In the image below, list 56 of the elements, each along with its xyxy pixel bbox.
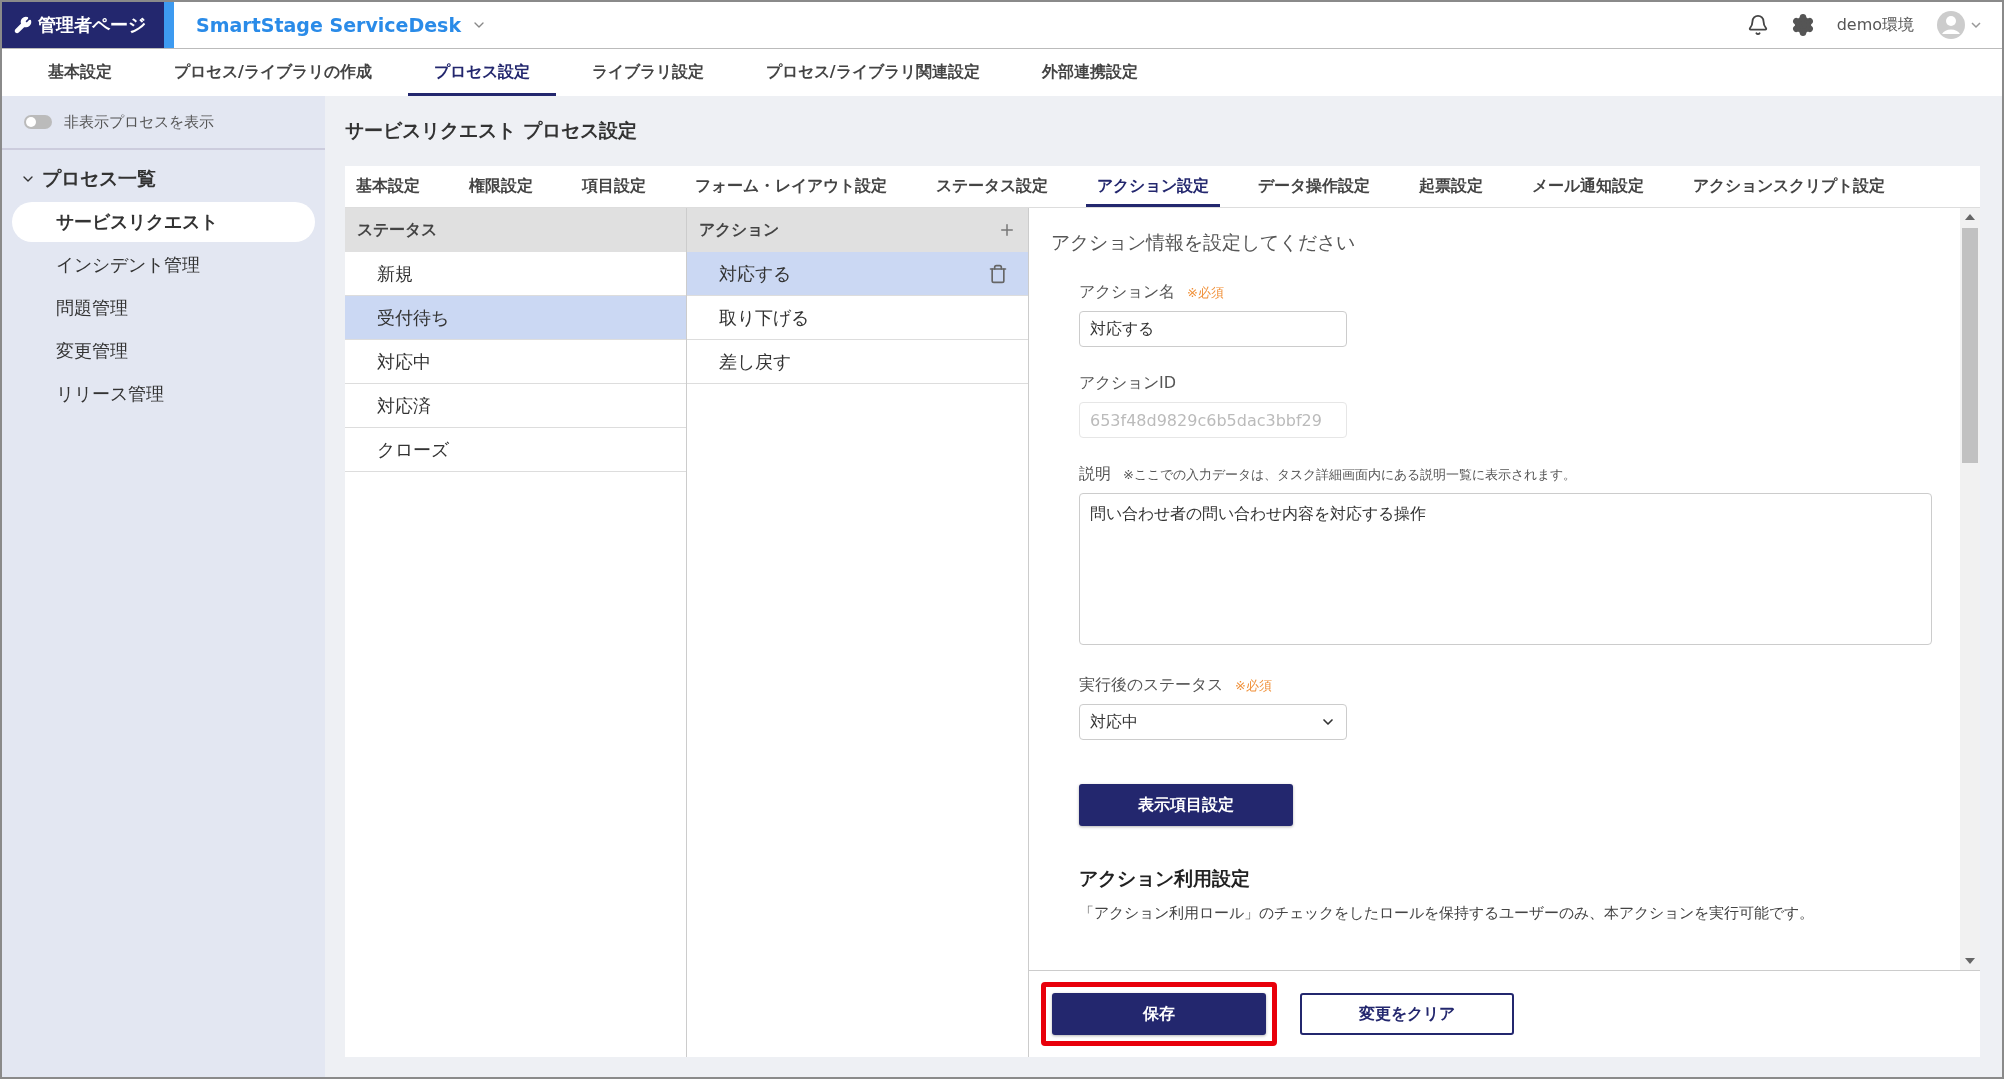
field-label: アクション名 [1079, 282, 1175, 303]
text-input[interactable]: 対応する [1079, 311, 1347, 347]
sidebar-item[interactable]: リリース管理 [12, 374, 315, 414]
wrench-icon [14, 16, 32, 34]
id-input: 653f48d9829c6b5dac3bbf29 [1079, 402, 1347, 438]
process-tab[interactable]: データ操作設定 [1247, 166, 1381, 207]
app-switcher[interactable]: SmartStage ServiceDesk [196, 14, 488, 36]
display-items-button[interactable]: 表示項目設定 [1079, 784, 1293, 826]
sidebar-item[interactable]: インシデント管理 [12, 245, 315, 285]
main-nav-tab[interactable]: 外部連携設定 [1015, 49, 1164, 96]
action-row[interactable]: 対応する [687, 252, 1028, 296]
add-icon[interactable] [998, 221, 1016, 239]
column-title: アクション [699, 219, 779, 241]
trash-icon[interactable] [988, 263, 1008, 284]
notification-bell-icon[interactable] [1746, 14, 1769, 36]
environment-label: demo環境 [1836, 14, 1914, 36]
status-column-header: ステータス [345, 208, 686, 252]
sidebar-item[interactable]: サービスリクエスト [12, 202, 315, 242]
process-tab[interactable]: アクションスクリプト設定 [1682, 166, 1896, 207]
admin-brand[interactable]: 管理者ページ [2, 2, 174, 48]
field-note: ※必須 [1187, 284, 1224, 302]
section-description: 「アクション利用ロール」のチェックをしたロールを保持するユーザーのみ、本アクションを実行可能です。 [1079, 904, 1815, 923]
scrollbar[interactable] [1960, 208, 1980, 970]
field-label: 説明 [1079, 464, 1111, 485]
process-tab[interactable]: アクション設定 [1086, 166, 1220, 207]
main-nav-tab[interactable]: ライブラリ設定 [565, 49, 730, 96]
save-button[interactable]: 保存 [1052, 993, 1266, 1035]
main-nav-tab[interactable]: プロセス/ライブラリ関連設定 [739, 49, 1006, 96]
detail-heading: アクション情報を設定してください [1051, 230, 1356, 255]
settings-icon[interactable] [1790, 13, 1815, 37]
process-tab[interactable]: 起票設定 [1408, 166, 1494, 207]
field-note: ※必須 [1235, 677, 1272, 695]
main-nav-tab[interactable]: プロセス/ライブラリの作成 [148, 49, 398, 96]
main-nav-tab[interactable]: プロセス設定 [407, 49, 556, 96]
process-tab[interactable]: 権限設定 [458, 166, 544, 207]
clear-button[interactable]: 変更をクリア [1300, 993, 1514, 1035]
status-select[interactable]: 対応中 [1079, 704, 1347, 740]
sidebar-item[interactable]: 問題管理 [12, 288, 315, 328]
sidebar-item[interactable]: 変更管理 [12, 331, 315, 371]
process-list-header[interactable]: プロセス一覧 [2, 150, 325, 202]
field-label: アクションID [1079, 373, 1177, 394]
process-tab[interactable]: ステータス設定 [925, 166, 1059, 207]
toggle-label: 非表示プロセスを表示 [64, 112, 214, 132]
status-row[interactable]: 受付待ち [345, 296, 686, 340]
process-tab[interactable]: フォーム・レイアウト設定 [684, 166, 898, 207]
page-title: サービスリクエスト プロセス設定 [345, 118, 638, 143]
user-avatar-icon[interactable] [1936, 10, 1982, 40]
process-tab[interactable]: 項目設定 [571, 166, 657, 207]
main-nav-tab[interactable]: 基本設定 [22, 49, 138, 96]
field-note: ※ここでの入力データは、タスク詳細画面内にある説明一覧に表示されます。 [1123, 466, 1576, 484]
section-title: アクション利用設定 [1079, 866, 1251, 891]
description-textarea[interactable]: 問い合わせ者の問い合わせ内容を対応する操作 [1079, 493, 1932, 645]
process-tab[interactable]: メール通知設定 [1521, 166, 1655, 207]
field-label: 実行後のステータス [1079, 675, 1223, 696]
toggle-switch[interactable] [24, 115, 52, 129]
process-tab[interactable]: 基本設定 [345, 166, 431, 207]
